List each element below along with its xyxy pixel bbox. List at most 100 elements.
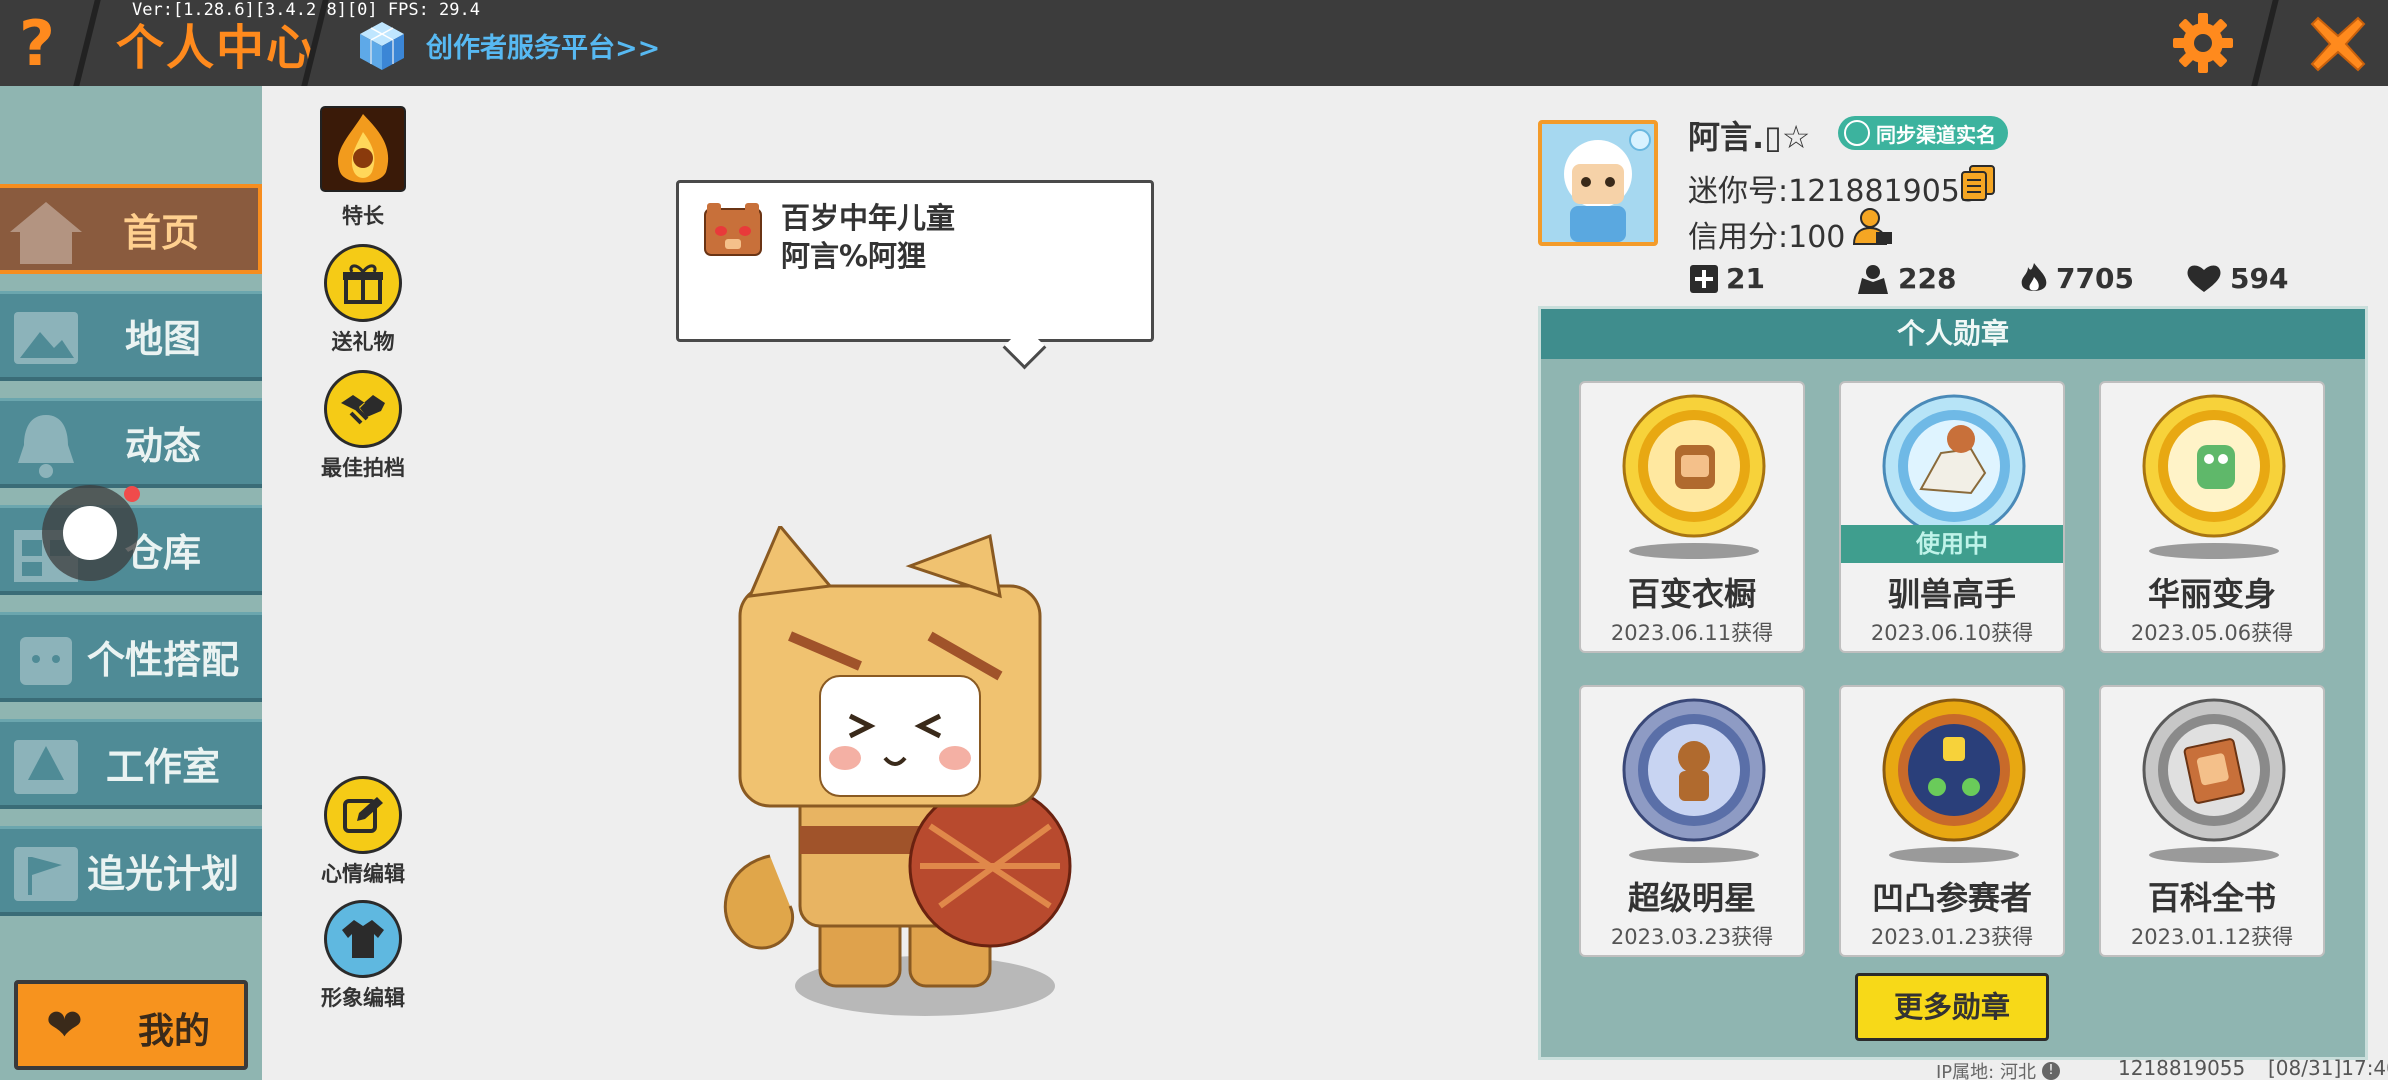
avatar-showcase: 特长 送礼物 最佳拍档 心情编辑 形象编辑 百岁中年儿童 阿言%阿狸 bbox=[262, 86, 1532, 1080]
medal-panel: 个人勋章 百变衣橱 2023.06.11获得 使用中 驯兽高手 2023.06.… bbox=[1538, 306, 2368, 1060]
question-icon: ? bbox=[19, 6, 55, 80]
in-use-badge: 使用中 bbox=[1841, 525, 2063, 563]
edit-icon bbox=[324, 776, 402, 854]
medal-card[interactable]: 凹凸参赛者 2023.01.23获得 bbox=[1839, 685, 2065, 957]
medal-name: 百科全书 bbox=[2147, 879, 2276, 917]
version-text: Ver:[1.28.6][3.4.2.8][0] FPS: 29.4 bbox=[132, 0, 480, 20]
stat-fans[interactable]: 228 bbox=[1856, 262, 1956, 295]
assistant-dot bbox=[63, 506, 117, 560]
send-gift-button[interactable]: 送礼物 bbox=[308, 244, 418, 356]
medal-name: 百变衣橱 bbox=[1627, 575, 1756, 613]
transform-medal-icon bbox=[2142, 394, 2286, 538]
flame-icon bbox=[2021, 262, 2047, 291]
profile-stats: 21 228 7705 594 bbox=[1690, 262, 2288, 298]
nav-label: 动态 bbox=[124, 424, 201, 468]
close-icon bbox=[2310, 16, 2366, 72]
nav-item-feed[interactable]: 动态 bbox=[0, 398, 262, 488]
medal-card[interactable]: 超级明星 2023.03.23获得 bbox=[1579, 685, 1805, 957]
credit-icon[interactable] bbox=[1852, 206, 1894, 248]
fire-character-icon bbox=[320, 106, 406, 192]
copy-icon[interactable] bbox=[1960, 164, 1996, 202]
action-label: 特长 bbox=[342, 204, 384, 228]
action-label: 最佳拍档 bbox=[321, 456, 405, 480]
sync-realname-button[interactable]: 同步渠道实名 bbox=[1838, 116, 2008, 150]
outfit-edit-icon bbox=[324, 900, 402, 978]
person-icon bbox=[1844, 120, 1870, 146]
medal-card[interactable]: 百变衣橱 2023.06.11获得 bbox=[1579, 381, 1805, 653]
info-icon[interactable]: ! bbox=[2041, 1062, 2060, 1080]
medal-name: 超级明星 bbox=[1627, 879, 1756, 917]
medal-name: 凹凸参赛者 bbox=[1871, 879, 2032, 917]
close-button[interactable] bbox=[2298, 6, 2378, 82]
signature-bubble: 百岁中年儿童 阿言%阿狸 bbox=[676, 180, 1154, 342]
bear-icon bbox=[704, 203, 762, 256]
nav-label: 追光计划 bbox=[86, 852, 239, 896]
fans-icon bbox=[1858, 264, 1888, 294]
action-label: 心情编辑 bbox=[321, 862, 405, 886]
divider bbox=[2251, 0, 2279, 86]
medal-shadow bbox=[2149, 847, 2279, 863]
medal-shadow bbox=[2149, 543, 2279, 559]
signature-line-1: 百岁中年儿童 bbox=[781, 201, 956, 235]
mood-edit-button[interactable]: 心情编辑 bbox=[308, 776, 418, 888]
medal-date: 2023.05.06获得 bbox=[2130, 621, 2294, 645]
medal-card[interactable]: 使用中 驯兽高手 2023.06.10获得 bbox=[1839, 381, 2065, 653]
heart-icon: ❤ bbox=[46, 1000, 83, 1051]
nav-item-outfit[interactable]: 个性搭配 bbox=[0, 612, 262, 702]
stat-friends[interactable]: 21 bbox=[1690, 262, 1765, 295]
creator-platform-link[interactable]: 创作者服务平台>> bbox=[356, 18, 660, 72]
footer-timestamp: [08/31]17:40 bbox=[2268, 1056, 2388, 1080]
medal-date: 2023.01.12获得 bbox=[2130, 925, 2294, 949]
medal-date: 2023.01.23获得 bbox=[1870, 925, 2034, 949]
stat-value: 7705 bbox=[2056, 262, 2134, 295]
credit-score: 信用分:100 bbox=[1688, 220, 1846, 255]
avatar-edit-button[interactable]: 形象编辑 bbox=[308, 900, 418, 1012]
cube-icon bbox=[356, 18, 408, 72]
top-bar: ? 个人中心 Ver:[1.28.6][3.4.2.8][0] FPS: 29.… bbox=[0, 0, 2388, 86]
wardrobe-medal-icon bbox=[1622, 394, 1766, 538]
superstar-medal-icon bbox=[1622, 698, 1766, 842]
encyclopedia-medal-icon bbox=[2142, 698, 2286, 842]
avatar-image bbox=[1542, 124, 1654, 242]
gift-icon bbox=[324, 244, 402, 322]
more-medals-button[interactable]: 更多勋章 bbox=[1855, 973, 2049, 1041]
medal-name: 驯兽高手 bbox=[1887, 575, 2016, 613]
nav-label: 个性搭配 bbox=[86, 638, 239, 682]
stat-popularity[interactable]: 7705 bbox=[2020, 262, 2134, 295]
heart-hand-icon bbox=[2187, 265, 2221, 292]
notification-dot bbox=[124, 486, 140, 502]
medal-date: 2023.03.23获得 bbox=[1610, 925, 1774, 949]
stat-likes[interactable]: 594 bbox=[2186, 262, 2288, 295]
best-partner-button[interactable]: 最佳拍档 bbox=[308, 370, 418, 482]
help-button[interactable]: ? bbox=[0, 0, 74, 86]
nav-item-studio[interactable]: 工作室 bbox=[0, 719, 262, 809]
medal-shadow bbox=[1889, 847, 2019, 863]
nickname: 阿言.▯☆ bbox=[1688, 118, 1811, 156]
action-label: 形象编辑 bbox=[321, 986, 405, 1010]
avatar-character[interactable] bbox=[710, 526, 1140, 1026]
ip-location-text: IP属地: 河北 bbox=[1936, 1062, 2036, 1080]
medal-card[interactable]: 百科全书 2023.01.12获得 bbox=[2099, 685, 2325, 957]
nav-item-map[interactable]: 地图 bbox=[0, 291, 262, 381]
mine-button[interactable]: ❤ 我的 bbox=[14, 980, 248, 1070]
signature-line-2: 阿言%阿狸 bbox=[781, 239, 927, 273]
nav-item-home[interactable]: 首页 bbox=[0, 184, 262, 274]
profile-avatar[interactable] bbox=[1538, 120, 1658, 246]
action-label: 送礼物 bbox=[331, 330, 395, 354]
gear-icon bbox=[2173, 13, 2233, 73]
medal-name: 华丽变身 bbox=[2147, 575, 2276, 613]
specialty-button[interactable]: 特长 bbox=[308, 106, 418, 230]
nav-item-chase-light[interactable]: 追光计划 bbox=[0, 826, 262, 916]
mini-id: 迷你号:1218819055 bbox=[1688, 174, 1979, 209]
side-nav: 首页 地图 动态 仓库 个性搭配 工作室 追光计划 bbox=[0, 86, 262, 1080]
settings-button[interactable] bbox=[2166, 10, 2240, 76]
footer-user-id: 1218819055 bbox=[2118, 1056, 2246, 1080]
medal-card[interactable]: 华丽变身 2023.05.06获得 bbox=[2099, 381, 2325, 653]
medal-date: 2023.06.10获得 bbox=[1870, 621, 2034, 645]
add-friend-icon bbox=[1690, 264, 1718, 293]
creator-link-label: 创作者服务平台>> bbox=[426, 32, 661, 64]
nav-label: 地图 bbox=[124, 317, 201, 361]
tamer-medal-icon bbox=[1882, 394, 2026, 538]
medal-shadow bbox=[1629, 847, 1759, 863]
floating-assistant-button[interactable] bbox=[42, 485, 138, 581]
